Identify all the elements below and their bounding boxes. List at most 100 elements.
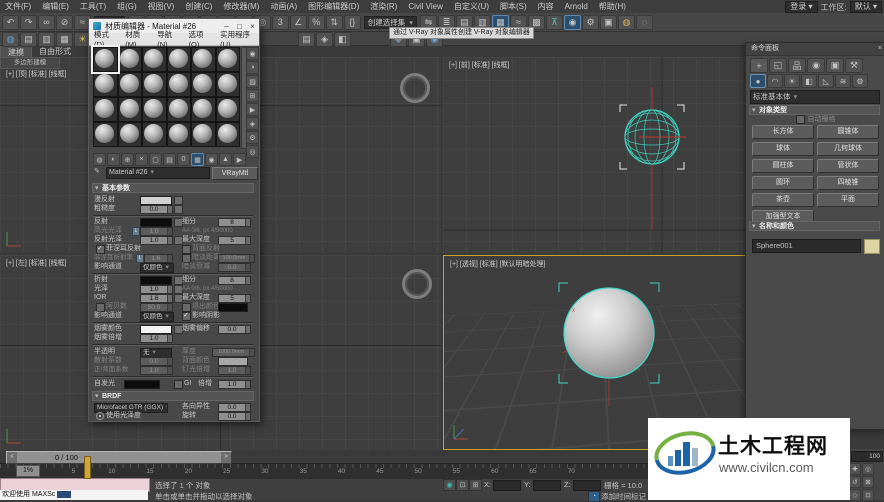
show-end-result-icon[interactable]: ◉: [205, 153, 218, 166]
material-sample-slot[interactable]: [215, 72, 240, 97]
command-panel-titlebar[interactable]: 命令面板 ×: [746, 43, 884, 56]
spacewarps-category-icon[interactable]: ≋: [835, 74, 851, 88]
material-sample-slot[interactable]: [142, 72, 167, 97]
thickness-spinner[interactable]: 1000.0mm: [212, 348, 255, 357]
object-type-button[interactable]: 管状体: [817, 159, 879, 173]
options-icon[interactable]: ⚙: [246, 131, 259, 144]
object-type-button[interactable]: 四棱锥: [817, 176, 879, 190]
abbe-checkbox[interactable]: [96, 303, 105, 312]
menu-item[interactable]: 动画(A): [265, 1, 302, 12]
systems-category-icon[interactable]: ⚙: [852, 74, 868, 88]
primitive-category-dropdown[interactable]: 标准基本体: [750, 90, 880, 104]
affect-shadows-checkbox[interactable]: [182, 312, 191, 321]
previous-frame-button[interactable]: <: [7, 452, 17, 463]
material-sample-slot[interactable]: [93, 122, 118, 147]
refract-affect-channels-dropdown[interactable]: 仅颜色: [140, 312, 174, 322]
abbe-spinner[interactable]: 50.0: [140, 303, 173, 312]
material-name-dropdown[interactable]: Material #26: [106, 167, 210, 179]
exit-color-checkbox[interactable]: [182, 303, 191, 312]
put-to-library-icon[interactable]: ▤: [163, 153, 176, 166]
fog-bias-spinner[interactable]: 0.0: [218, 325, 251, 334]
object-type-button[interactable]: 平面: [817, 193, 879, 207]
max-depth-spinner[interactable]: 5: [218, 236, 251, 245]
reflection-gloss-spinner[interactable]: 1.0: [140, 236, 173, 245]
menu-item[interactable]: Civil View: [403, 2, 448, 11]
utilities-tab-icon[interactable]: ⚒: [845, 58, 863, 73]
roughness-spinner[interactable]: 0.0: [140, 205, 173, 214]
material-sample-slot[interactable]: [166, 97, 191, 122]
maxscript-listener-line[interactable]: 欢迎使用 MAXSc: [0, 490, 148, 500]
edit-named-selections-icon[interactable]: {}: [343, 14, 361, 30]
material-sample-slot[interactable]: [142, 97, 167, 122]
menu-item[interactable]: 创建(C): [180, 1, 217, 12]
ior-spinner[interactable]: 1.6: [140, 294, 173, 303]
ribbon-toggle-icon[interactable]: ▦: [56, 32, 73, 47]
exit-color-swatch[interactable]: [218, 303, 248, 312]
dim-distance-spinner[interactable]: 100.0mm: [218, 254, 255, 263]
lights-category-icon[interactable]: ☀: [784, 74, 800, 88]
workspace-dropdown[interactable]: 默认 ▾: [849, 1, 882, 13]
material-sample-slot[interactable]: [215, 122, 240, 147]
eyedropper-icon[interactable]: ✎: [94, 167, 100, 175]
refract-gloss-spinner[interactable]: 1.0: [140, 285, 173, 294]
make-unique-icon[interactable]: ▢: [149, 153, 162, 166]
absolute-mode-icon[interactable]: ⊞: [469, 479, 482, 491]
object-type-button[interactable]: 圆环: [752, 176, 814, 190]
roughness-map-button[interactable]: [174, 205, 183, 214]
next-frame-button[interactable]: >: [221, 452, 231, 463]
diffuse-map-button[interactable]: [174, 196, 183, 205]
put-to-scene-icon[interactable]: ◐: [107, 153, 120, 166]
affect-channels-dropdown[interactable]: 仅颜色: [140, 263, 174, 273]
menu-item[interactable]: 视图(V): [143, 1, 180, 12]
material-editor-menu-item[interactable]: 实用程序(U): [215, 29, 259, 49]
dim-distance-checkbox[interactable]: [182, 254, 191, 263]
spinner-snap-icon[interactable]: ⇅: [325, 14, 343, 30]
material-sample-slot[interactable]: [166, 47, 191, 72]
percent-snap-icon[interactable]: %: [307, 14, 325, 30]
x-coordinate-field[interactable]: [493, 480, 521, 491]
motion-tab-icon[interactable]: ◉: [807, 58, 825, 73]
viewport-config-icon[interactable]: ◍: [2, 32, 19, 47]
zoom-extents-icon[interactable]: ⊠: [862, 476, 874, 488]
orbit-icon[interactable]: ↺: [849, 476, 861, 488]
go-forward-icon[interactable]: ▶: [233, 153, 246, 166]
gi-checkbox[interactable]: [174, 380, 183, 389]
isolate-selection-icon[interactable]: ◧: [334, 32, 351, 47]
reflect-color-swatch[interactable]: [140, 218, 172, 227]
show-map-in-viewport-icon[interactable]: ▦: [191, 153, 204, 166]
material-sample-slot[interactable]: [117, 47, 142, 72]
fog-color-swatch[interactable]: [140, 325, 172, 334]
menu-item[interactable]: 工具(T): [75, 1, 111, 12]
material-sample-slot[interactable]: [117, 122, 142, 147]
material-editor-icon[interactable]: ◉: [564, 14, 582, 30]
subdivs-spinner[interactable]: 8: [218, 218, 251, 227]
refract-subdivs-spinner[interactable]: 8: [218, 276, 251, 285]
object-name-field[interactable]: Sphere001: [752, 239, 861, 253]
object-color-swatch[interactable]: [864, 239, 880, 254]
material-sample-slot[interactable]: [215, 97, 240, 122]
z-coordinate-field[interactable]: [573, 480, 601, 491]
navigation-ring-gizmo[interactable]: [400, 73, 430, 103]
add-time-tag-label[interactable]: 添加时间标记: [601, 491, 646, 502]
manage-layers-icon[interactable]: ▤: [298, 32, 315, 47]
material-type-button[interactable]: VRayMtl: [212, 167, 258, 180]
selection-lock-icon[interactable]: ⊡: [456, 479, 469, 491]
backside-checkbox[interactable]: [182, 245, 191, 254]
motion-mixer-icon[interactable]: ⊼: [546, 14, 564, 30]
select-by-material-icon[interactable]: ◎: [246, 145, 259, 158]
refract-max-depth-spinner[interactable]: 5: [218, 294, 251, 303]
command-panel-close-icon[interactable]: ×: [878, 43, 882, 55]
material-sample-slot[interactable]: [215, 47, 240, 72]
menu-item[interactable]: 内容: [533, 1, 559, 12]
animation-end-frame-field[interactable]: 100: [851, 451, 883, 462]
create-tab-icon[interactable]: +: [750, 58, 768, 73]
material-sample-slot[interactable]: [93, 72, 118, 97]
snaps-toggle-icon[interactable]: 3: [271, 14, 289, 30]
rendered-frame-icon[interactable]: ▣: [600, 14, 618, 30]
object-type-button[interactable]: 圆柱体: [752, 159, 814, 173]
menu-item[interactable]: 脚本(S): [495, 1, 532, 12]
use-glossiness-radio[interactable]: [96, 412, 104, 420]
go-to-parent-icon[interactable]: ▲: [219, 153, 232, 166]
material-sample-slot[interactable]: [117, 72, 142, 97]
anisotropy-spinner[interactable]: 0.0: [218, 403, 251, 412]
